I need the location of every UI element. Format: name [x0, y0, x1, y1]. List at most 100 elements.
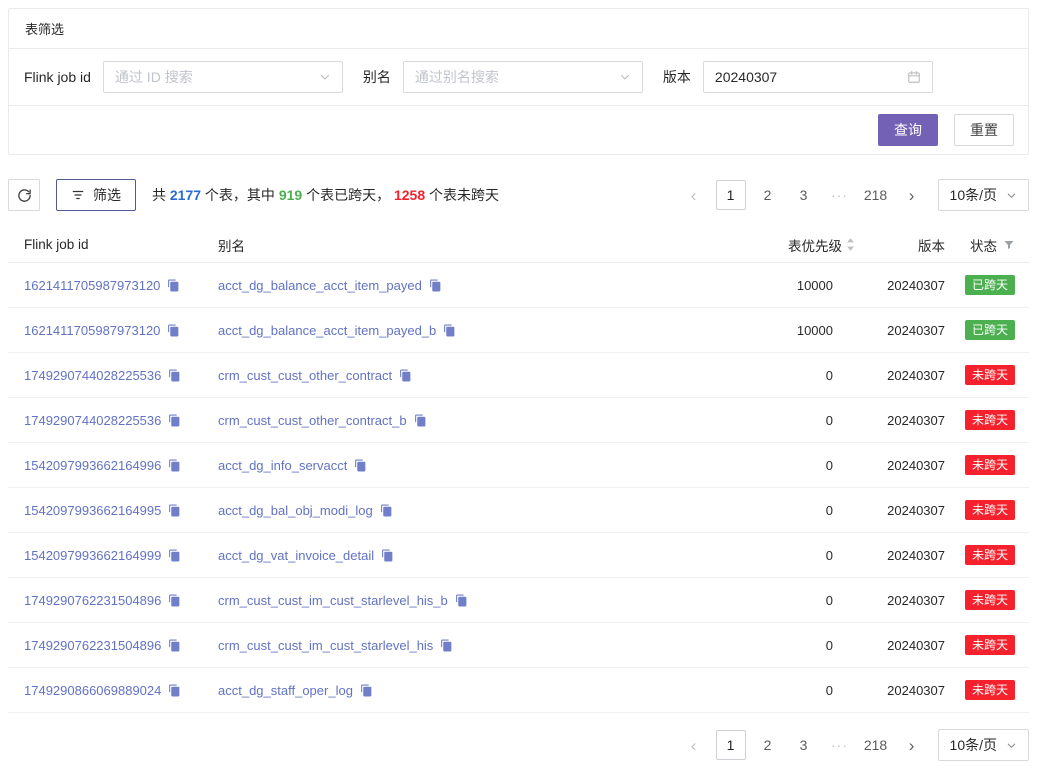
copy-icon[interactable]: [168, 414, 181, 427]
header-job-id: Flink job id: [8, 237, 202, 252]
sort-icon[interactable]: [846, 237, 855, 252]
copy-icon[interactable]: [429, 279, 442, 292]
job-id-link[interactable]: 1542097993662164999: [24, 548, 161, 563]
alias-cell: acct_dg_info_servacct: [202, 458, 701, 473]
refresh-button[interactable]: [8, 179, 40, 211]
copy-icon[interactable]: [168, 549, 181, 562]
next-page-button[interactable]: ›: [898, 180, 926, 210]
table-row: 1542097993662164996 acct_dg_info_servacc…: [8, 443, 1029, 488]
page-button-1[interactable]: 1: [716, 180, 746, 210]
alias-link[interactable]: crm_cust_cust_other_contract: [218, 368, 392, 383]
alias-link[interactable]: crm_cust_cust_im_cust_starlevel_his_b: [218, 593, 448, 608]
job-id-cell: 1749290744028225536: [8, 368, 202, 383]
copy-icon[interactable]: [168, 369, 181, 382]
version-label: 版本: [663, 67, 691, 87]
job-id-link[interactable]: 1542097993662164996: [24, 458, 161, 473]
page-size-select[interactable]: 10条/页: [938, 179, 1029, 211]
job-id-link[interactable]: 1621411705987973120: [24, 323, 160, 338]
alias-select[interactable]: 通过别名搜索: [403, 61, 643, 93]
crossed-count: 919: [279, 187, 302, 203]
table-row: 1621411705987973120 acct_dg_balance_acct…: [8, 308, 1029, 353]
copy-icon[interactable]: [168, 504, 181, 517]
copy-icon[interactable]: [440, 639, 453, 652]
job-id-cell: 1749290866069889024: [8, 683, 202, 698]
priority-value: 0: [701, 683, 861, 698]
copy-icon[interactable]: [167, 279, 180, 292]
next-page-button[interactable]: ›: [898, 730, 926, 760]
alias-link[interactable]: acct_dg_info_servacct: [218, 458, 347, 473]
table-row: 1542097993662164999 acct_dg_vat_invoice_…: [8, 533, 1029, 578]
page-button-2[interactable]: 2: [754, 730, 782, 760]
priority-value: 10000: [701, 323, 861, 338]
job-id-link[interactable]: 1749290866069889024: [24, 683, 161, 698]
table-header-row: Flink job id 别名 表优先级 版本 状态: [8, 227, 1029, 263]
copy-icon[interactable]: [381, 549, 394, 562]
chevron-down-icon: [619, 71, 631, 83]
status-cell: 已跨天: [949, 320, 1029, 340]
copy-icon[interactable]: [354, 459, 367, 472]
job-id-select[interactable]: 通过 ID 搜索: [103, 61, 343, 93]
alias-link[interactable]: crm_cust_cust_im_cust_starlevel_his: [218, 638, 433, 653]
page-size-select[interactable]: 10条/页: [938, 729, 1029, 761]
bottom-pagination: ‹ 1 2 3 ··· 218 › 10条/页: [672, 729, 1029, 761]
job-id-link[interactable]: 1749290744028225536: [24, 413, 161, 428]
version-date-input[interactable]: 20240307: [703, 61, 933, 93]
alias-placeholder: 通过别名搜索: [415, 67, 499, 87]
bottom-pagination-bar: ‹ 1 2 3 ··· 218 › 10条/页: [8, 729, 1029, 761]
job-id-link[interactable]: 1621411705987973120: [24, 278, 160, 293]
query-button[interactable]: 查询: [878, 114, 938, 146]
job-id-link[interactable]: 1749290762231504896: [24, 593, 161, 608]
page-button-3[interactable]: 3: [790, 730, 818, 760]
version-value: 20240307: [861, 278, 949, 293]
page-ellipsis[interactable]: ···: [826, 737, 854, 753]
header-priority[interactable]: 表优先级: [701, 235, 861, 255]
job-id-cell: 1542097993662164996: [8, 458, 202, 473]
alias-link[interactable]: acct_dg_balance_acct_item_payed: [218, 278, 422, 293]
alias-cell: acct_dg_balance_acct_item_payed: [202, 278, 701, 293]
prev-page-button[interactable]: ‹: [680, 730, 708, 760]
filter-lines-icon: [71, 188, 85, 202]
alias-link[interactable]: acct_dg_staff_oper_log: [218, 683, 353, 698]
copy-icon[interactable]: [167, 324, 180, 337]
copy-icon[interactable]: [168, 684, 181, 697]
table-row: 1749290762231504896 crm_cust_cust_im_cus…: [8, 578, 1029, 623]
copy-icon[interactable]: [360, 684, 373, 697]
filter-button[interactable]: 筛选: [56, 179, 136, 211]
copy-icon[interactable]: [414, 414, 427, 427]
job-id-link[interactable]: 1542097993662164995: [24, 503, 161, 518]
prev-page-button[interactable]: ‹: [680, 180, 708, 210]
page-button-3[interactable]: 3: [790, 180, 818, 210]
alias-link[interactable]: acct_dg_vat_invoice_detail: [218, 548, 374, 563]
alias-cell: crm_cust_cust_other_contract_b: [202, 413, 701, 428]
status-cell: 未跨天: [949, 455, 1029, 475]
copy-icon[interactable]: [168, 639, 181, 652]
version-value: 20240307: [861, 413, 949, 428]
job-id-link[interactable]: 1749290762231504896: [24, 638, 161, 653]
job-id-link[interactable]: 1749290744028225536: [24, 368, 161, 383]
page-ellipsis[interactable]: ···: [826, 187, 854, 203]
page-button-last[interactable]: 218: [862, 730, 890, 760]
page-button-last[interactable]: 218: [862, 180, 890, 210]
page-button-2[interactable]: 2: [754, 180, 782, 210]
alias-link[interactable]: crm_cust_cust_other_contract_b: [218, 413, 407, 428]
chevron-down-icon: [319, 71, 331, 83]
reset-button[interactable]: 重置: [954, 114, 1014, 146]
job-id-cell: 1621411705987973120: [8, 323, 202, 338]
copy-icon[interactable]: [380, 504, 393, 517]
status-cell: 未跨天: [949, 410, 1029, 430]
page-button-1[interactable]: 1: [716, 730, 746, 760]
filter-funnel-icon[interactable]: [1003, 239, 1015, 251]
copy-icon[interactable]: [399, 369, 412, 382]
copy-icon[interactable]: [455, 594, 468, 607]
not-crossed-count: 1258: [394, 187, 425, 203]
copy-icon[interactable]: [443, 324, 456, 337]
alias-link[interactable]: acct_dg_bal_obj_modi_log: [218, 503, 373, 518]
chevron-down-icon: [1006, 740, 1017, 751]
copy-icon[interactable]: [168, 594, 181, 607]
version-value: 20240307: [861, 593, 949, 608]
alias-link[interactable]: acct_dg_balance_acct_item_payed_b: [218, 323, 436, 338]
status-cell: 未跨天: [949, 365, 1029, 385]
filter-card: 表筛选 Flink job id 通过 ID 搜索 别名 通过别名搜索 版本 2…: [8, 8, 1029, 155]
copy-icon[interactable]: [168, 459, 181, 472]
version-value: 20240307: [861, 683, 949, 698]
